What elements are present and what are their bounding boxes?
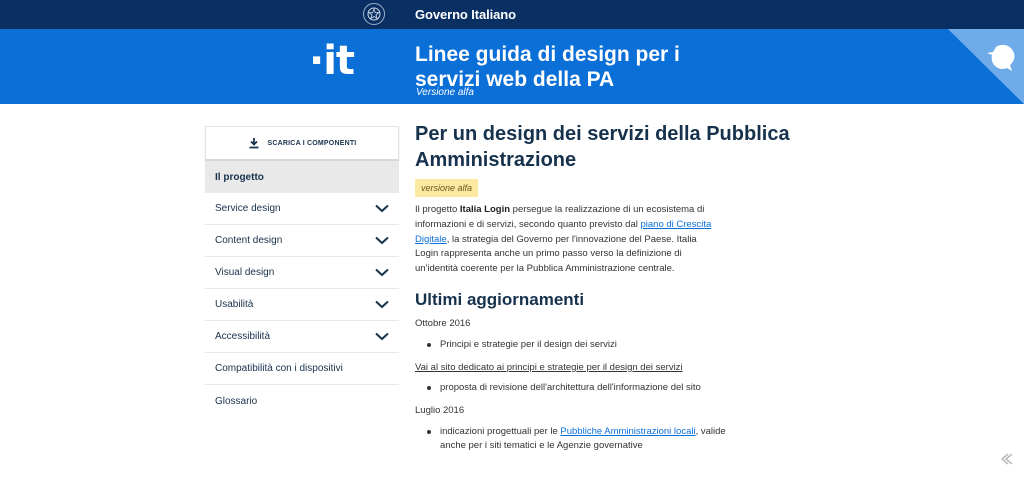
bullet-dot — [427, 429, 431, 434]
site-logo[interactable]: ·it — [309, 38, 355, 84]
version-badge: versione alfa — [415, 179, 479, 197]
bullet-dot — [427, 342, 431, 347]
main-content: Per un design dei servizi della Pubblica… — [415, 121, 795, 454]
chevron-down-icon[interactable] — [375, 268, 389, 277]
sidebar-item-glossario[interactable]: Glossario — [205, 385, 399, 417]
update-date: Ottobre 2016 — [415, 317, 471, 329]
chevron-down-icon[interactable] — [375, 300, 389, 309]
list-item-text: Principi e strategie per il design dei s… — [440, 338, 617, 350]
page-title: Per un design dei servizi della Pubblica… — [415, 123, 790, 171]
sidebar-item-label: Il progetto — [215, 171, 264, 183]
design-principles-link[interactable]: Vai al sito dedicato ai principi e strat… — [415, 362, 795, 373]
sidebar-item-label: Visual design — [215, 267, 275, 278]
sidebar-item-service-design[interactable]: Service design — [205, 193, 399, 225]
republic-emblem-icon[interactable] — [363, 3, 385, 25]
bullet-dot — [427, 385, 431, 390]
intro-bold: Italia Login — [459, 204, 511, 215]
list-item: indicazioni progettuali per le Pubbliche… — [415, 425, 735, 455]
update-date: Luglio 2016 — [415, 404, 465, 416]
updates-title: Ultimi aggiornamenti — [415, 289, 585, 309]
sidebar-item-content-design[interactable]: Content design — [205, 225, 399, 257]
list-item-text-part: indicazioni progettuali per le — [440, 425, 561, 437]
sidebar-item-compatibilita[interactable]: Compatibilità con i dispositivi — [205, 353, 399, 385]
list-item-text: indicazioni progettuali per le Pubbliche… — [440, 425, 735, 455]
list-item: Principi e strategie per il design dei s… — [415, 338, 795, 353]
sidebar-item-usabilita[interactable]: Usabilità — [205, 289, 399, 321]
sidebar-nav: SCARICA I COMPONENTI Il progetto Service… — [205, 126, 399, 417]
sidebar-item-accessibilita[interactable]: Accessibilità — [205, 321, 399, 353]
intro-paragraph: Il progetto Italia Login persegue la rea… — [415, 203, 715, 277]
download-icon — [249, 138, 259, 149]
chevron-down-icon[interactable] — [375, 236, 389, 245]
sidebar-item-label: Usabilità — [215, 299, 254, 310]
site-title[interactable]: Linee guida di design per i servizi web … — [415, 42, 745, 92]
sidebar-item-label: Accessibilità — [215, 331, 271, 342]
site-header: ·it Linee guida di design per i servizi … — [0, 29, 1024, 104]
chevron-down-icon[interactable] — [375, 332, 389, 341]
sidebar-item-label: Glossario — [215, 395, 258, 407]
chevron-left-icon[interactable] — [998, 451, 1014, 467]
sidebar-item-il-progetto[interactable]: Il progetto — [205, 161, 399, 193]
sidebar-item-label: Service design — [215, 203, 281, 214]
government-link[interactable]: Governo Italiano — [415, 7, 516, 22]
download-components-label: SCARICA I COMPONENTI — [267, 139, 357, 147]
government-bar: Governo Italiano — [0, 0, 1024, 29]
list-item: proposta di revisione dell'architettura … — [415, 381, 795, 396]
chevron-down-icon[interactable] — [375, 204, 389, 213]
sidebar-item-label: Content design — [215, 235, 283, 246]
github-corner-icon[interactable] — [948, 29, 1024, 104]
intro-text: Il progetto — [415, 204, 460, 215]
local-pa-link[interactable]: Pubbliche Amministrazioni locali — [560, 426, 695, 437]
sidebar-item-label: Compatibilità con i dispositivi — [215, 363, 343, 374]
download-components-button[interactable]: SCARICA I COMPONENTI — [205, 126, 399, 161]
sidebar-item-visual-design[interactable]: Visual design — [205, 257, 399, 289]
site-subtitle: Versione alfa — [416, 87, 474, 98]
intro-text: , la strategia del Governo per l'innovaz… — [415, 233, 697, 275]
list-item-text: proposta di revisione dell'architettura … — [440, 381, 701, 393]
